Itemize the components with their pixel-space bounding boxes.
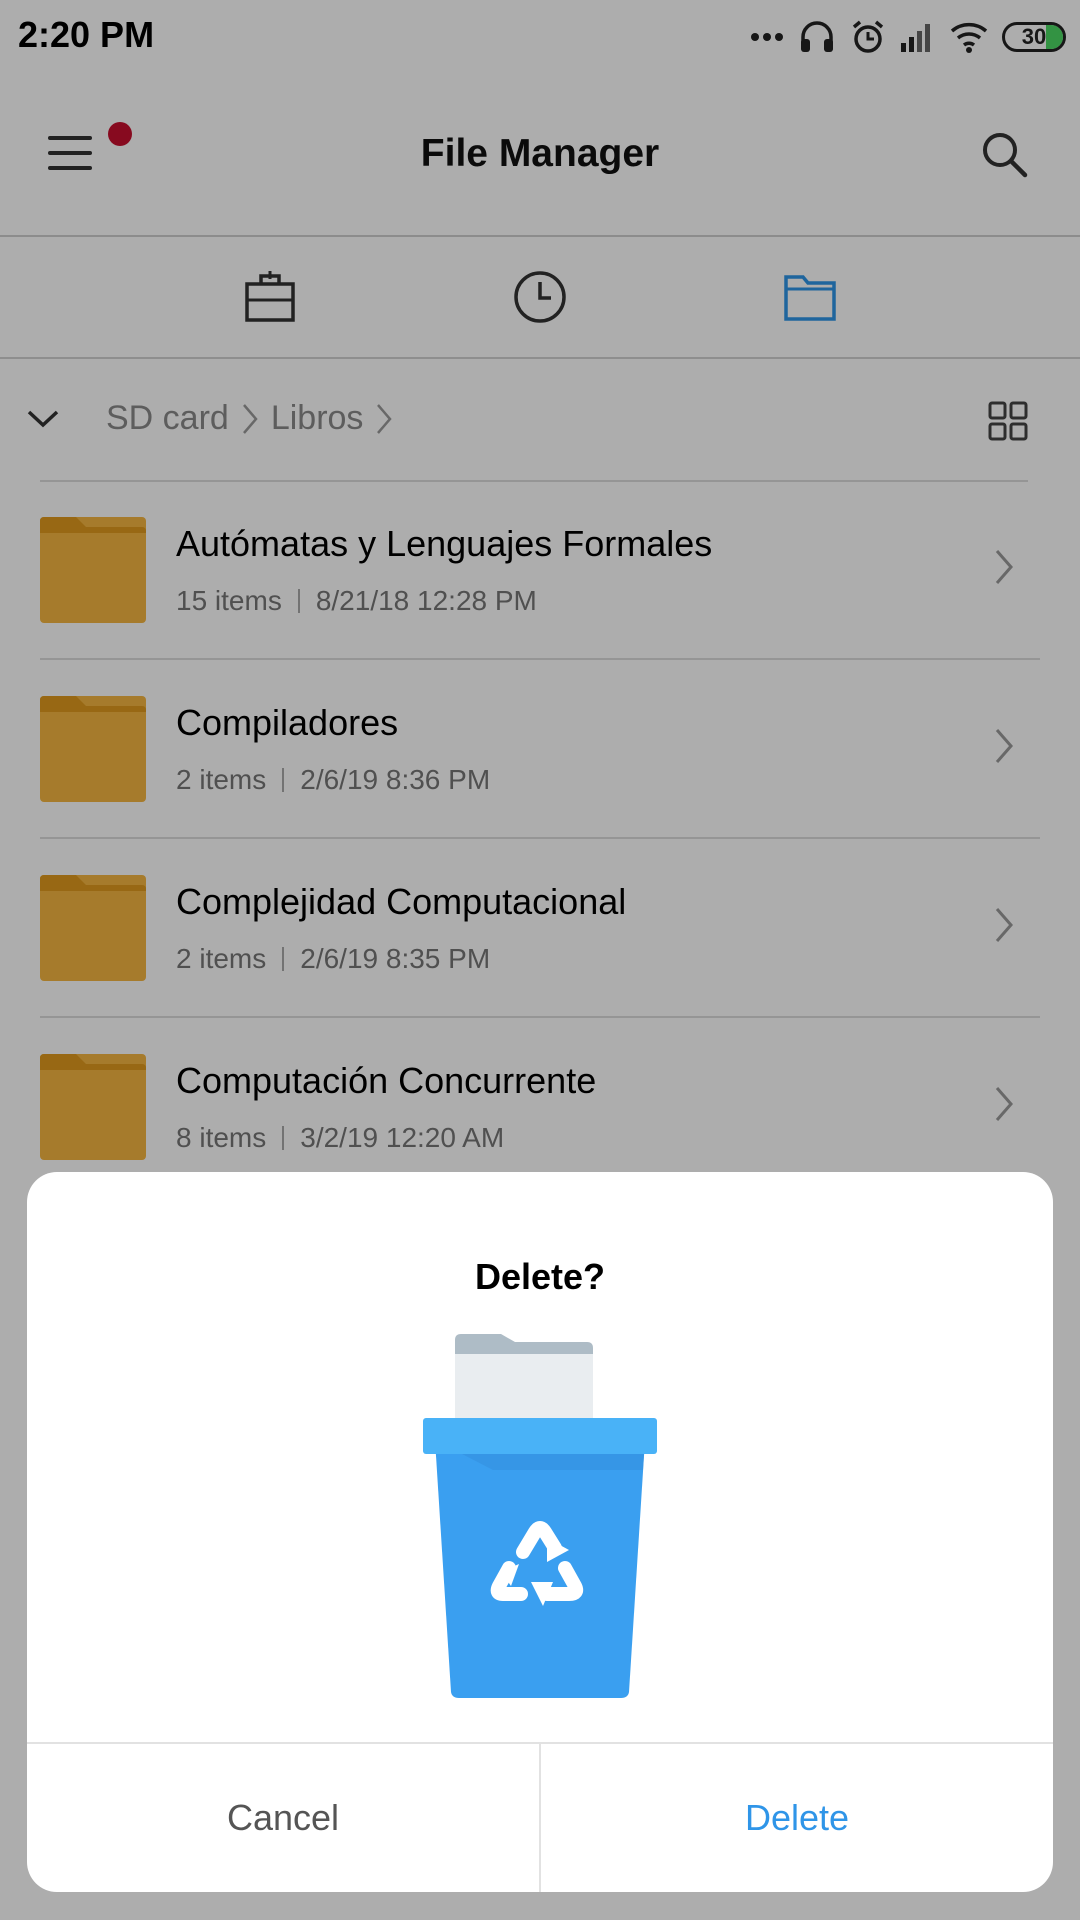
dialog-actions: Cancel Delete xyxy=(27,1742,1053,1892)
recycle-bin-icon xyxy=(423,1334,657,1698)
cancel-button[interactable]: Cancel xyxy=(27,1744,541,1892)
delete-dialog: Delete? Cancel Delete xyxy=(27,1172,1053,1892)
dialog-title: Delete? xyxy=(474,1256,606,1297)
delete-button[interactable]: Delete xyxy=(541,1744,1053,1892)
